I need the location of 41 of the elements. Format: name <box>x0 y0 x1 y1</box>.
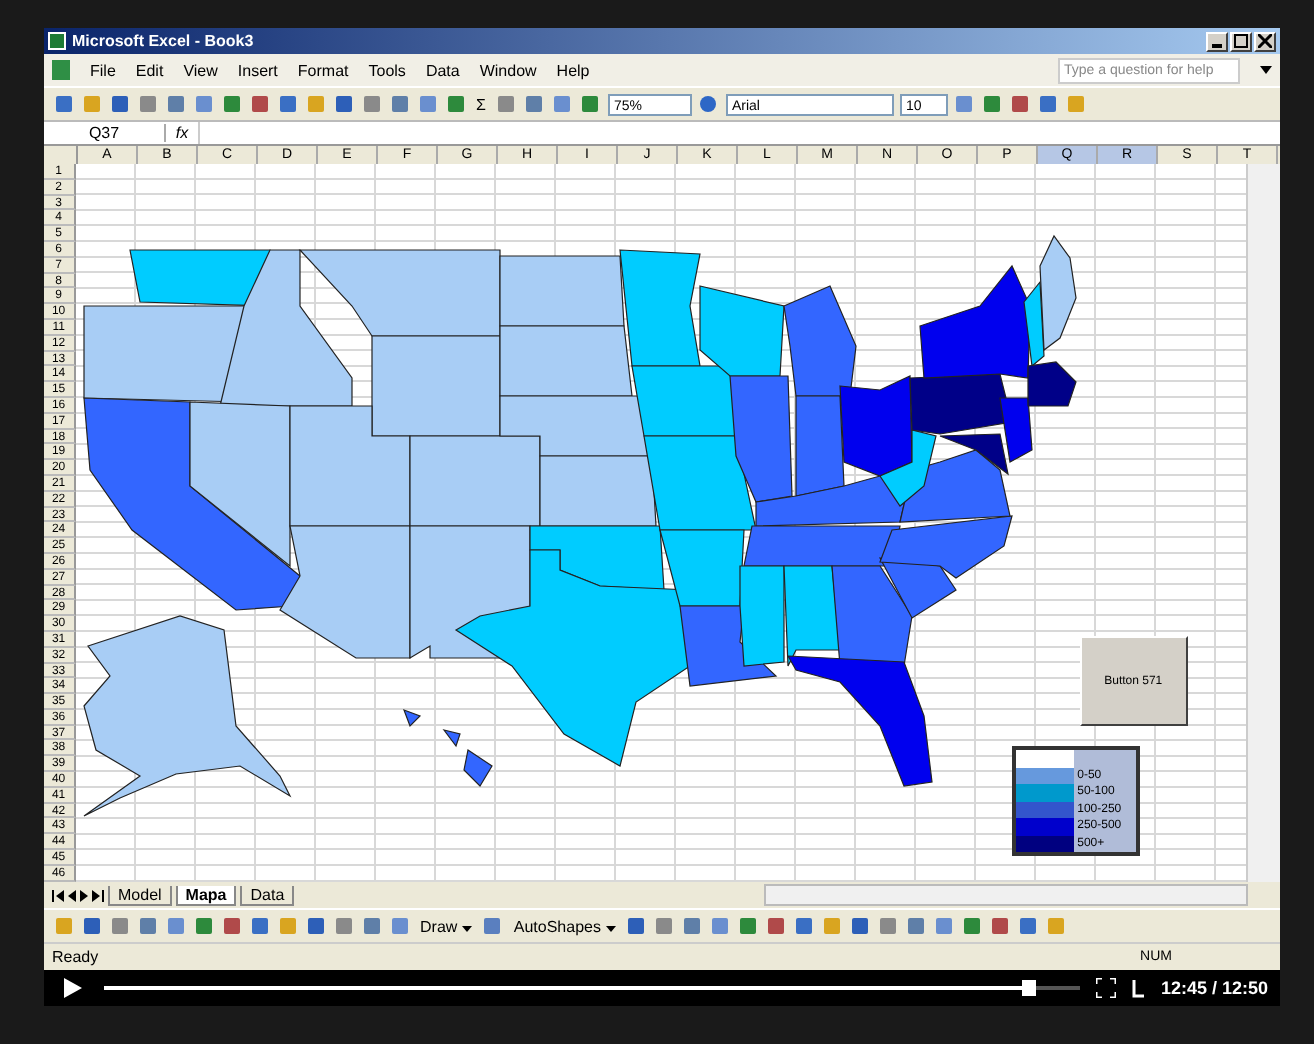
menu-item[interactable]: Help <box>556 61 590 79</box>
restore-button[interactable] <box>1230 31 1252 51</box>
name-box[interactable]: Q37 <box>44 124 166 142</box>
progress-handle[interactable] <box>1022 980 1037 996</box>
window-title: Microsoft Excel - Book3 <box>72 32 256 50</box>
last-sheet-icon[interactable] <box>92 889 104 901</box>
autosum-button[interactable]: Σ <box>472 95 490 113</box>
legend-blank-swatch <box>1015 750 1074 767</box>
sheet-tab[interactable]: Data <box>240 885 295 905</box>
close-button[interactable] <box>1254 31 1276 51</box>
horizontal-scrollbar[interactable] <box>764 884 1248 906</box>
status-text: Ready <box>52 948 99 966</box>
first-sheet-icon[interactable] <box>52 889 64 901</box>
previous-sheet-icon[interactable] <box>68 889 76 901</box>
menu-item[interactable]: Format <box>297 61 349 79</box>
caret-icon <box>461 925 472 931</box>
sheet-tab[interactable]: Mapa <box>175 885 237 905</box>
minimize-button[interactable] <box>1206 31 1228 51</box>
menu-item[interactable]: View <box>183 61 218 79</box>
menu-item[interactable]: Window <box>479 61 537 79</box>
time-display: 12:45 / 12:50 <box>1160 978 1268 998</box>
menu-item[interactable]: Data <box>425 61 460 79</box>
close-icon <box>1258 34 1272 48</box>
fullscreen-icon[interactable] <box>1096 978 1117 998</box>
draw-menu-button[interactable]: Draw <box>416 917 476 935</box>
next-sheet-icon[interactable] <box>80 889 88 901</box>
workbook-icon <box>52 60 70 80</box>
menu-item[interactable]: File <box>90 61 116 79</box>
help-icon[interactable] <box>697 93 720 115</box>
autoshapes-menu-button[interactable]: AutoShapes <box>509 917 620 935</box>
function-label[interactable]: fx <box>166 124 198 142</box>
caret-icon[interactable] <box>1260 66 1272 74</box>
sheet-tab[interactable]: Model <box>108 885 172 905</box>
maximize-icon <box>1234 34 1248 48</box>
excel-logo-icon <box>48 32 66 50</box>
quality-icon[interactable] <box>1132 979 1145 997</box>
menu-item[interactable]: Insert <box>237 61 278 79</box>
menu-item[interactable]: Tools <box>368 61 406 79</box>
caret-icon <box>605 925 616 931</box>
menu-item[interactable]: Edit <box>135 61 164 79</box>
vertical-scrollbar[interactable] <box>1246 164 1281 882</box>
